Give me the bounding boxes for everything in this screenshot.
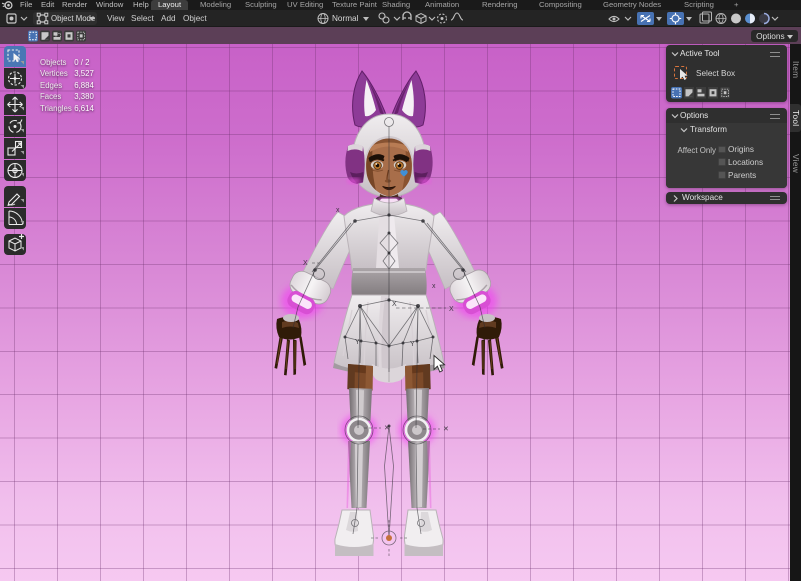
svg-text:✕: ✕: [384, 425, 390, 432]
svg-text:✕: ✕: [443, 426, 449, 433]
svg-text:X: X: [449, 306, 454, 313]
svg-text:x: x: [432, 283, 436, 290]
svg-text:X: X: [392, 301, 397, 308]
svg-text:x: x: [336, 207, 340, 214]
svg-text:X: X: [303, 260, 308, 267]
svg-text:Y: Y: [355, 339, 360, 346]
svg-text:Y: Y: [410, 341, 415, 348]
